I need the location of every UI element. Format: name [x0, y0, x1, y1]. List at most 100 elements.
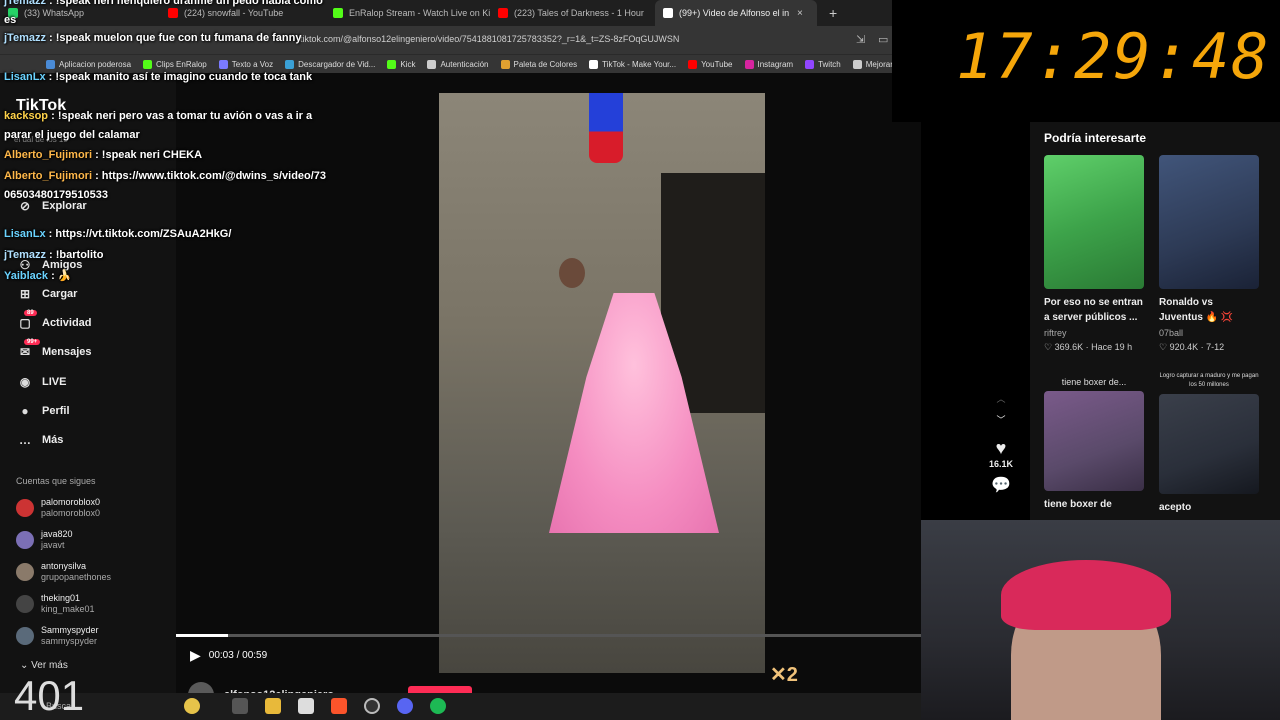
- comment-icon[interactable]: 💬: [986, 475, 1016, 495]
- following-handle: palomoroblox0: [41, 508, 101, 518]
- obs-icon[interactable]: [364, 698, 380, 714]
- nav-mas[interactable]: … Más: [16, 433, 63, 447]
- tiktok-icon: [589, 59, 599, 69]
- file-explorer-icon[interactable]: [265, 698, 281, 714]
- nav-label: Más: [42, 434, 64, 446]
- video-thumbnail: [1044, 391, 1144, 491]
- video-progress-bar[interactable]: [176, 634, 921, 637]
- nav-perfil[interactable]: ● Perfil: [16, 404, 69, 418]
- recommendations-panel: Podría interesarte Por eso no se entran …: [1030, 122, 1280, 522]
- kick-icon: [333, 8, 343, 18]
- bookmark-label: Kick: [400, 59, 416, 69]
- card-author: riftrey: [1044, 328, 1067, 338]
- kick-emote-icon: ✕2: [770, 664, 798, 686]
- chat-username: jTemazz: [4, 0, 46, 7]
- live-icon: ◉: [19, 375, 31, 389]
- youtube-icon: [498, 8, 508, 18]
- youtube-icon: [688, 59, 698, 69]
- screen-icon[interactable]: ▭: [878, 33, 888, 46]
- card-caption: Logro capturar a maduro y me pagan los 5…: [1159, 373, 1259, 388]
- following-item[interactable]: Sammyspyder sammyspyder: [16, 625, 99, 647]
- chat-username: jTemazz: [4, 249, 46, 261]
- heart-outline-icon: ♡: [1044, 342, 1055, 352]
- chat-text: https://vt.tiktok.com/ZSAuA2HkG/: [55, 228, 232, 240]
- following-title: Cuentas que sigues: [16, 476, 96, 486]
- messages-icon: ✉ 99+: [16, 339, 41, 359]
- bookmark-item[interactable]: Twitch: [799, 59, 847, 69]
- chat-message: jTemazz : !speak neri nenquiero uranme u…: [4, 0, 334, 30]
- brave-icon[interactable]: [331, 698, 347, 714]
- card-meta: ♡ 920.4K · 7-12: [1159, 342, 1225, 352]
- nav-live[interactable]: ◉ LIVE: [16, 375, 67, 389]
- chat-message: Alberto_Fujimori : https://www.tiktok.co…: [4, 170, 327, 201]
- url-text[interactable]: tiktok.com/@alfonso12elingeniero/video/7…: [300, 34, 679, 44]
- following-item[interactable]: java820 javavt: [16, 529, 73, 551]
- kick-icon: [387, 59, 397, 69]
- card-likes: 369.6K: [1054, 342, 1084, 352]
- recommendation-card[interactable]: Ronaldo vs Juventus 🔥 💢 07ball ♡ 920.4K …: [1159, 155, 1259, 353]
- following-item[interactable]: palomoroblox0 palomoroblox0: [16, 497, 100, 519]
- bookmark-label: TikTok - Make Your...: [602, 59, 677, 69]
- nav-mensajes[interactable]: ✉ 99+ Mensajes: [16, 339, 92, 359]
- bookmark-item[interactable]: Instagram: [739, 59, 800, 69]
- recommendation-card[interactable]: tiene boxer de... tiene boxer de: [1044, 377, 1144, 512]
- tab-kick-stream[interactable]: EnRalop Stream - Watch Live on Kick: [325, 0, 490, 26]
- task-view-icon[interactable]: [232, 698, 248, 714]
- video-frame[interactable]: [439, 93, 765, 673]
- profile-icon: ●: [21, 404, 29, 418]
- chevron-down-icon[interactable]: ﹀: [986, 413, 1016, 426]
- recommendation-card[interactable]: Logro capturar a maduro y me pagan los 5…: [1159, 372, 1259, 515]
- bookmark-item[interactable]: Kick: [381, 59, 421, 69]
- recommendations-title: Podría interesarte: [1044, 131, 1147, 145]
- nav-cargar[interactable]: ⊞ Cargar: [16, 287, 78, 301]
- card-title: Por eso no se entran a server públicos .…: [1044, 297, 1143, 323]
- nav-label: Cargar: [42, 288, 78, 300]
- chat-username: jTemazz: [4, 32, 46, 44]
- following-item[interactable]: theking01 king_make01: [16, 593, 95, 615]
- sparkle-icon[interactable]: [184, 698, 200, 714]
- notification-badge: 89: [24, 310, 37, 316]
- following-name: palomoroblox0: [41, 497, 101, 507]
- chat-message: kacksop : !speak neri pero vas a tomar t…: [4, 110, 313, 141]
- tab-youtube-tales[interactable]: (223) Tales of Darkness - 1 Hour: [490, 0, 655, 26]
- share-icon[interactable]: ⇲: [856, 33, 865, 46]
- bookmark-icon: [500, 59, 510, 69]
- see-more-link[interactable]: ⌄ Ver más: [20, 660, 68, 671]
- chat-username: Alberto_Fujimori: [4, 170, 93, 182]
- close-tab-icon[interactable]: ×: [797, 8, 803, 19]
- like-count: 16.1K: [988, 459, 1014, 469]
- following-handle: sammyspyder: [41, 636, 98, 646]
- chat-message: Yaiblack : 🍌: [4, 270, 72, 282]
- bookmark-icon: [852, 59, 862, 69]
- recommendation-card[interactable]: Por eso no se entran a server públicos .…: [1044, 155, 1144, 353]
- bookmark-item[interactable]: TikTok - Make Your...: [583, 59, 682, 69]
- discord-icon[interactable]: [397, 698, 413, 714]
- card-date: Hace 19 h: [1091, 342, 1133, 352]
- bookmark-item[interactable]: Autenticación: [421, 59, 494, 69]
- avatar: [16, 531, 34, 549]
- video-thumbnail: [1044, 155, 1144, 289]
- store-icon[interactable]: [298, 698, 314, 714]
- following-handle: javavt: [41, 540, 65, 550]
- following-item[interactable]: antonysilva grupopanethones: [16, 561, 111, 583]
- bookmark-icon: [427, 59, 437, 69]
- chat-text: !speak neri nenquiero uranme un pedo hab…: [4, 0, 323, 26]
- twitch-icon: [805, 59, 815, 69]
- playback-controls: ▶ 00:03 / 00:59: [190, 647, 267, 664]
- chat-text: !speak manito así te imagino cuando te t…: [55, 71, 313, 83]
- nav-label: Mensajes: [42, 346, 92, 358]
- nav-actividad[interactable]: ▢ 89 Actividad: [16, 310, 92, 330]
- chat-text: !speak muelon que fue con tu fumana de f…: [55, 32, 302, 44]
- tab-tiktok-video[interactable]: (99+) Video de Alfonso el ingen ×: [655, 0, 817, 26]
- chevron-up-icon[interactable]: ︿: [986, 392, 1016, 405]
- bookmark-item[interactable]: YouTube: [682, 59, 738, 69]
- tab-label: (99+) Video de Alfonso el ingen: [679, 8, 789, 18]
- new-tab-button[interactable]: +: [829, 5, 837, 21]
- heart-icon[interactable]: ♥: [986, 438, 1016, 459]
- card-title: acepto: [1159, 502, 1192, 513]
- play-icon[interactable]: ▶: [190, 647, 201, 664]
- card-meta: ♡ 369.6K · Hace 19 h: [1044, 342, 1133, 352]
- following-name: antonysilva: [41, 561, 87, 571]
- spotify-icon[interactable]: [430, 698, 446, 714]
- bookmark-item[interactable]: Paleta de Colores: [495, 59, 584, 69]
